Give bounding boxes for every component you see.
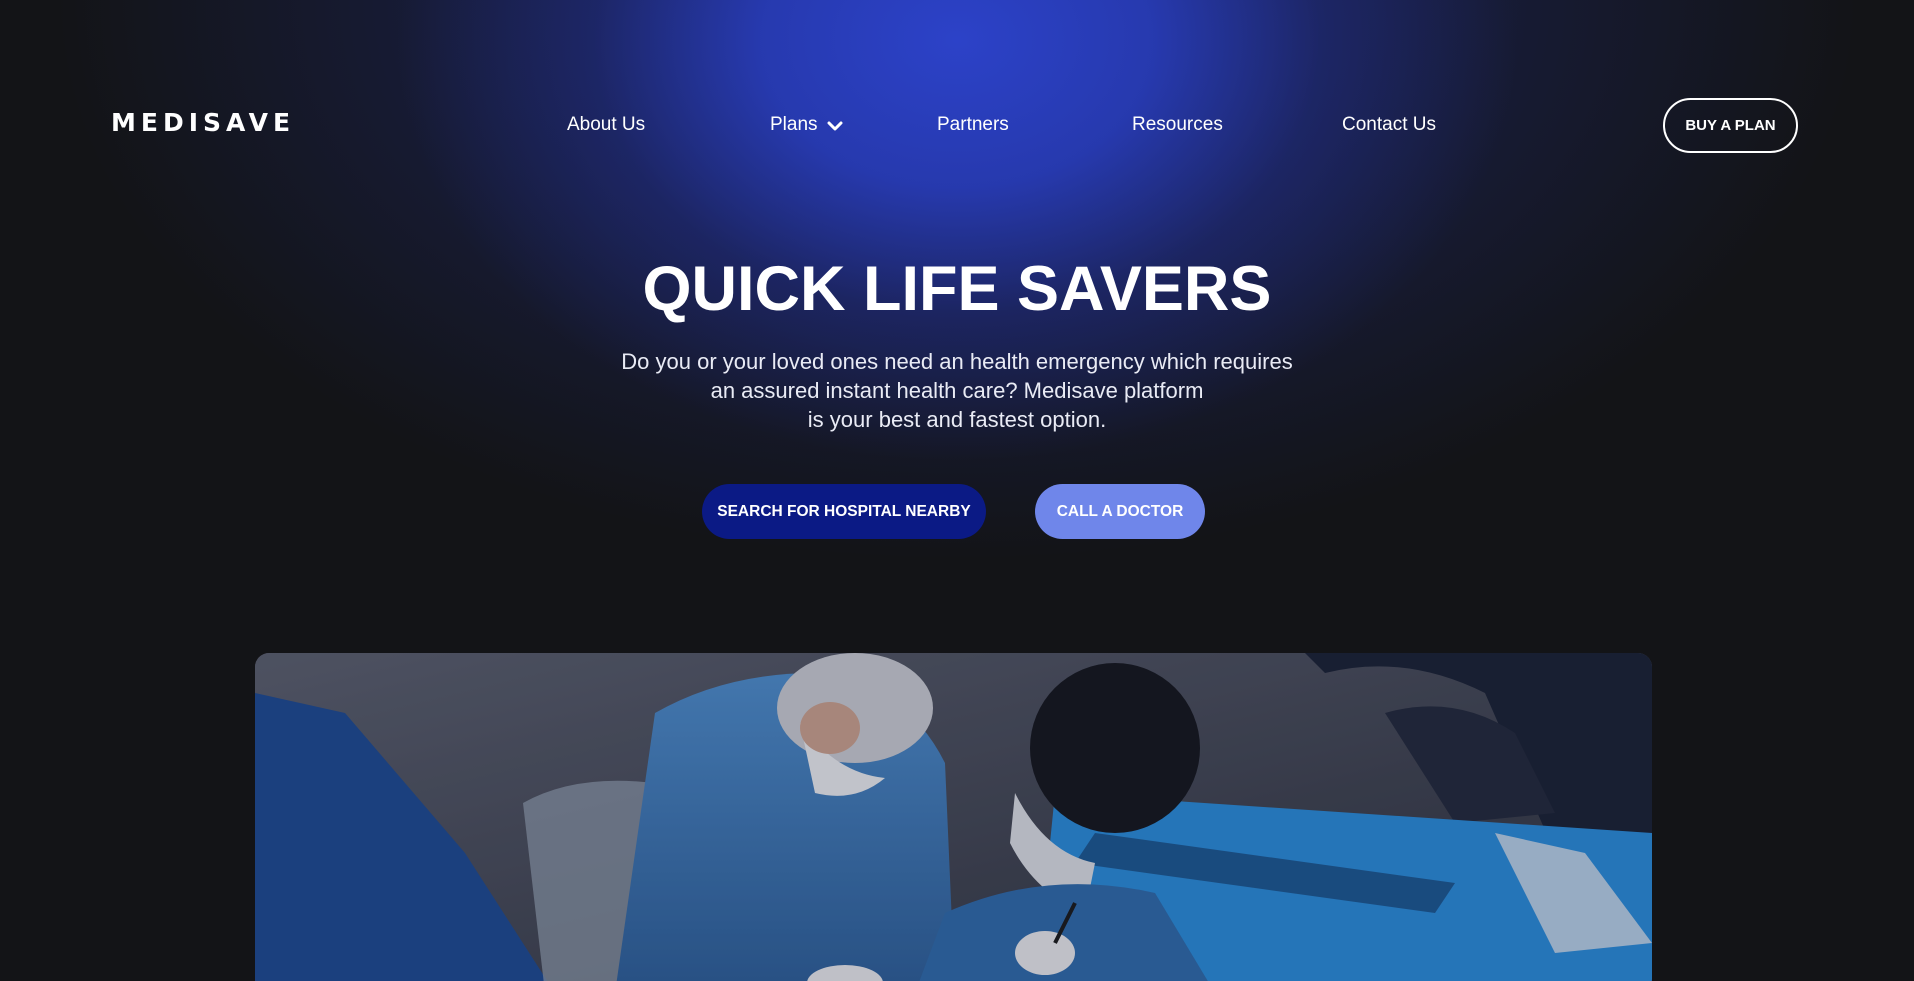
buy-a-plan-button[interactable]: BUY A PLAN (1663, 98, 1798, 153)
nav-link-contact-us[interactable]: Contact Us (1342, 114, 1436, 136)
surgery-illustration (255, 653, 1652, 981)
call-a-doctor-button[interactable]: CALL A DOCTOR (1035, 484, 1205, 539)
nav-link-plans[interactable]: Plans (770, 114, 818, 136)
search-hospital-nearby-button[interactable]: SEARCH FOR HOSPITAL NEARBY (702, 484, 986, 539)
nav-link-partners[interactable]: Partners (937, 114, 1009, 136)
hero-subtitle-line: an assured instant health care? Medisave… (710, 378, 1204, 403)
hero-subtitle-line: Do you or your loved ones need an health… (621, 349, 1293, 374)
hero-subtitle: Do you or your loved ones need an health… (557, 347, 1357, 434)
surgery-hero-image (255, 653, 1652, 981)
top-navigation: MEDISAVE About Us Plans Partners Resourc… (0, 0, 1914, 250)
chevron-down-icon[interactable] (827, 118, 843, 134)
hero-title: QUICK LIFE SAVERS (642, 254, 1272, 324)
nav-link-resources[interactable]: Resources (1132, 114, 1223, 136)
nav-link-about-us[interactable]: About Us (567, 114, 645, 136)
hero-subtitle-line: is your best and fastest option. (807, 407, 1107, 432)
medisave-logo[interactable]: MEDISAVE (111, 108, 295, 137)
